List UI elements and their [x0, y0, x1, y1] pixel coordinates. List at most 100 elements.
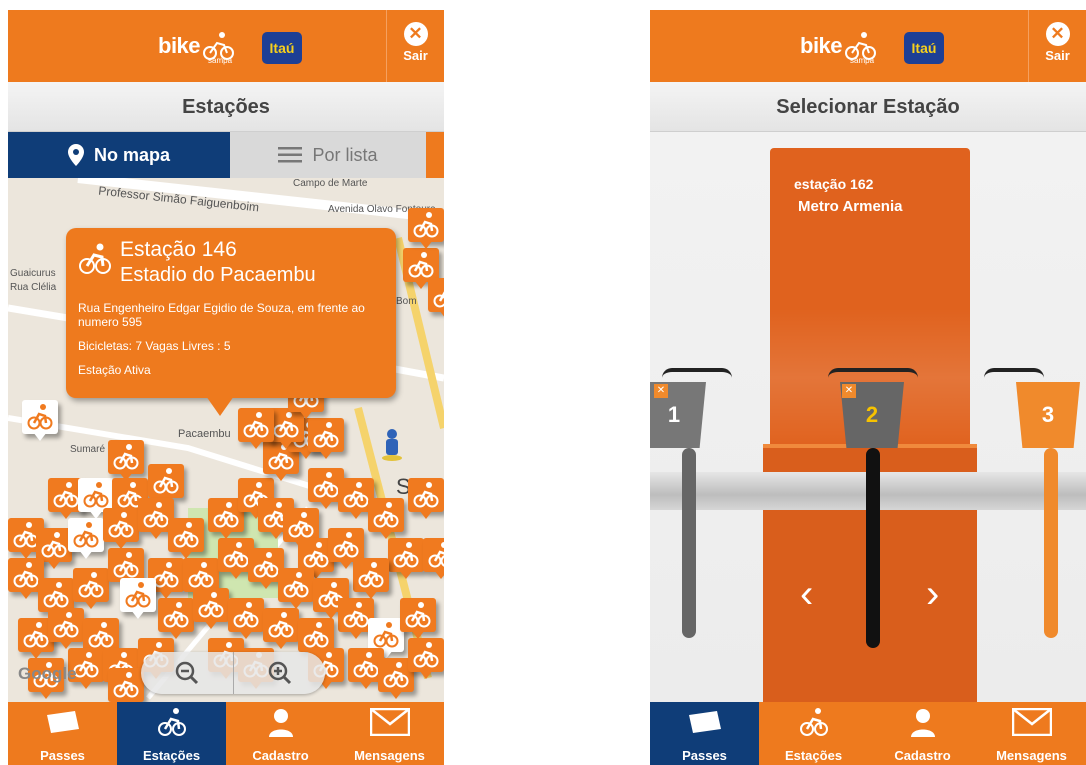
bike-icon: [313, 472, 339, 498]
page-title: Selecionar Estação: [650, 82, 1086, 132]
nav-label: Estações: [784, 748, 843, 763]
bike-icon: [113, 672, 139, 698]
bike-icon: [268, 612, 294, 638]
nav-label: Mensagens: [996, 748, 1067, 763]
bike-icon: [153, 468, 179, 494]
ticket-icon: [46, 711, 79, 733]
zoom-control: [141, 652, 325, 694]
bike-icon: [393, 542, 419, 568]
nav-register[interactable]: Cadastro: [226, 702, 335, 765]
itau-logo: Itaú: [262, 32, 302, 64]
exit-button[interactable]: ✕ Sair: [386, 10, 444, 82]
dock-selector: estação 162 Metro Armenia 1 ✕ 2 ✕ 3 ‹ ›: [650, 132, 1086, 702]
bottom-nav: Passes Estações Cadastro Mensagens: [650, 702, 1086, 765]
road-label: Bom: [396, 296, 417, 307]
dock-number: 3: [1016, 382, 1080, 448]
tab-edge: [426, 132, 444, 178]
itau-logo: Itaú: [904, 32, 944, 64]
station-pin[interactable]: [428, 278, 444, 322]
bike-icon: [428, 542, 444, 568]
brand-text: bike: [158, 33, 201, 58]
bike-sampa-logo: bike sampa: [158, 28, 236, 65]
bike-icon: [253, 552, 279, 578]
station-pin[interactable]: [400, 598, 442, 642]
dock-2[interactable]: 2 ✕: [828, 368, 920, 648]
nav-messages[interactable]: Mensagens: [335, 702, 444, 765]
bike-icon: [188, 562, 214, 588]
station-pin[interactable]: [408, 208, 444, 252]
station-pin[interactable]: [120, 578, 162, 622]
next-arrow-icon[interactable]: ›: [926, 572, 939, 617]
bike-icon: [27, 404, 53, 430]
page-title: Estações: [8, 82, 444, 132]
tab-map-label: No mapa: [93, 144, 171, 165]
station-pin[interactable]: [308, 418, 350, 462]
zoom-in-button[interactable]: [233, 652, 325, 694]
station-pin[interactable]: [408, 638, 444, 682]
nav-passes[interactable]: Passes: [8, 702, 117, 765]
exit-label: Sair: [403, 48, 428, 63]
bike-icon: [157, 708, 186, 736]
app-header: bike sampa Itaú ✕ Sair: [8, 10, 444, 82]
nav-label: Cadastro: [894, 748, 951, 763]
dock-1[interactable]: 1 ✕: [650, 368, 732, 638]
popup-pointer: [206, 396, 234, 416]
nav-messages[interactable]: Mensagens: [977, 702, 1086, 765]
station-pin[interactable]: [238, 408, 280, 452]
bike-icon: [198, 592, 224, 618]
close-icon: ✕: [842, 384, 856, 398]
nav-register[interactable]: Cadastro: [868, 702, 977, 765]
bike-icon: [143, 502, 169, 528]
ticket-icon: [688, 711, 721, 733]
app-header: bike sampa Itaú ✕ Sair: [650, 10, 1086, 82]
bike-icon: [88, 622, 114, 648]
road-label: Sumaré: [70, 444, 106, 455]
road-label: Rua Clélia: [10, 282, 57, 293]
station-pin[interactable]: [408, 478, 444, 522]
bike-icon: [108, 512, 134, 538]
station-pin[interactable]: [22, 400, 64, 444]
bike-sampa-logo: bike sampa: [800, 28, 878, 65]
bike-icon: [163, 602, 189, 628]
exit-button[interactable]: ✕ Sair: [1028, 10, 1086, 82]
road-label: Campo de Marte: [293, 178, 368, 189]
stations-map[interactable]: Professor Simão Faiguenboim Avenida Olav…: [8, 178, 444, 702]
bike-icon: [23, 622, 49, 648]
station-address: Rua Engenheiro Edgar Egidio de Souza, em…: [78, 301, 365, 329]
station-pin[interactable]: [353, 558, 395, 602]
bike-icon: [288, 512, 314, 538]
bike-icon: [373, 502, 399, 528]
previous-arrow-icon[interactable]: ‹: [800, 572, 813, 617]
station-name: Estadio do Pacaembu: [120, 264, 316, 286]
bike-icon: [13, 562, 39, 588]
bike-icon: [413, 212, 439, 238]
tab-map[interactable]: No mapa: [8, 132, 230, 178]
bike-icon: [78, 572, 104, 598]
station-pin[interactable]: [368, 498, 410, 542]
nav-stations[interactable]: Estações: [117, 702, 226, 765]
bike-icon: [343, 482, 369, 508]
stations-map-screen: bike sampa Itaú ✕ Sair Estações No mapa: [8, 10, 444, 765]
nav-label: Mensagens: [354, 748, 425, 763]
bike-icon: [373, 622, 399, 648]
bike-icon: [405, 602, 431, 628]
nav-passes[interactable]: Passes: [650, 702, 759, 765]
tab-list[interactable]: Por lista: [230, 132, 426, 178]
user-icon: [910, 709, 935, 737]
brand-text: bike: [800, 33, 843, 58]
road-label: Pacaembu: [178, 428, 231, 440]
envelope-icon: [1011, 708, 1052, 736]
bike-icon: [213, 502, 239, 528]
google-logo: Google: [18, 664, 77, 683]
nav-stations[interactable]: Estações: [759, 702, 868, 765]
bike-icon: [313, 422, 339, 448]
station-pin[interactable]: [423, 538, 444, 582]
bike-icon: [799, 708, 828, 736]
bike-icon: [433, 291, 444, 308]
zoom-out-button[interactable]: [141, 652, 233, 694]
station-pin[interactable]: [168, 518, 210, 562]
dock-3[interactable]: 3: [984, 368, 1086, 638]
station-popup[interactable]: Estação 146 Estadio do Pacaembu Rua Enge…: [66, 228, 396, 416]
close-icon: ✕: [403, 22, 428, 46]
bike-icon: [173, 522, 199, 548]
